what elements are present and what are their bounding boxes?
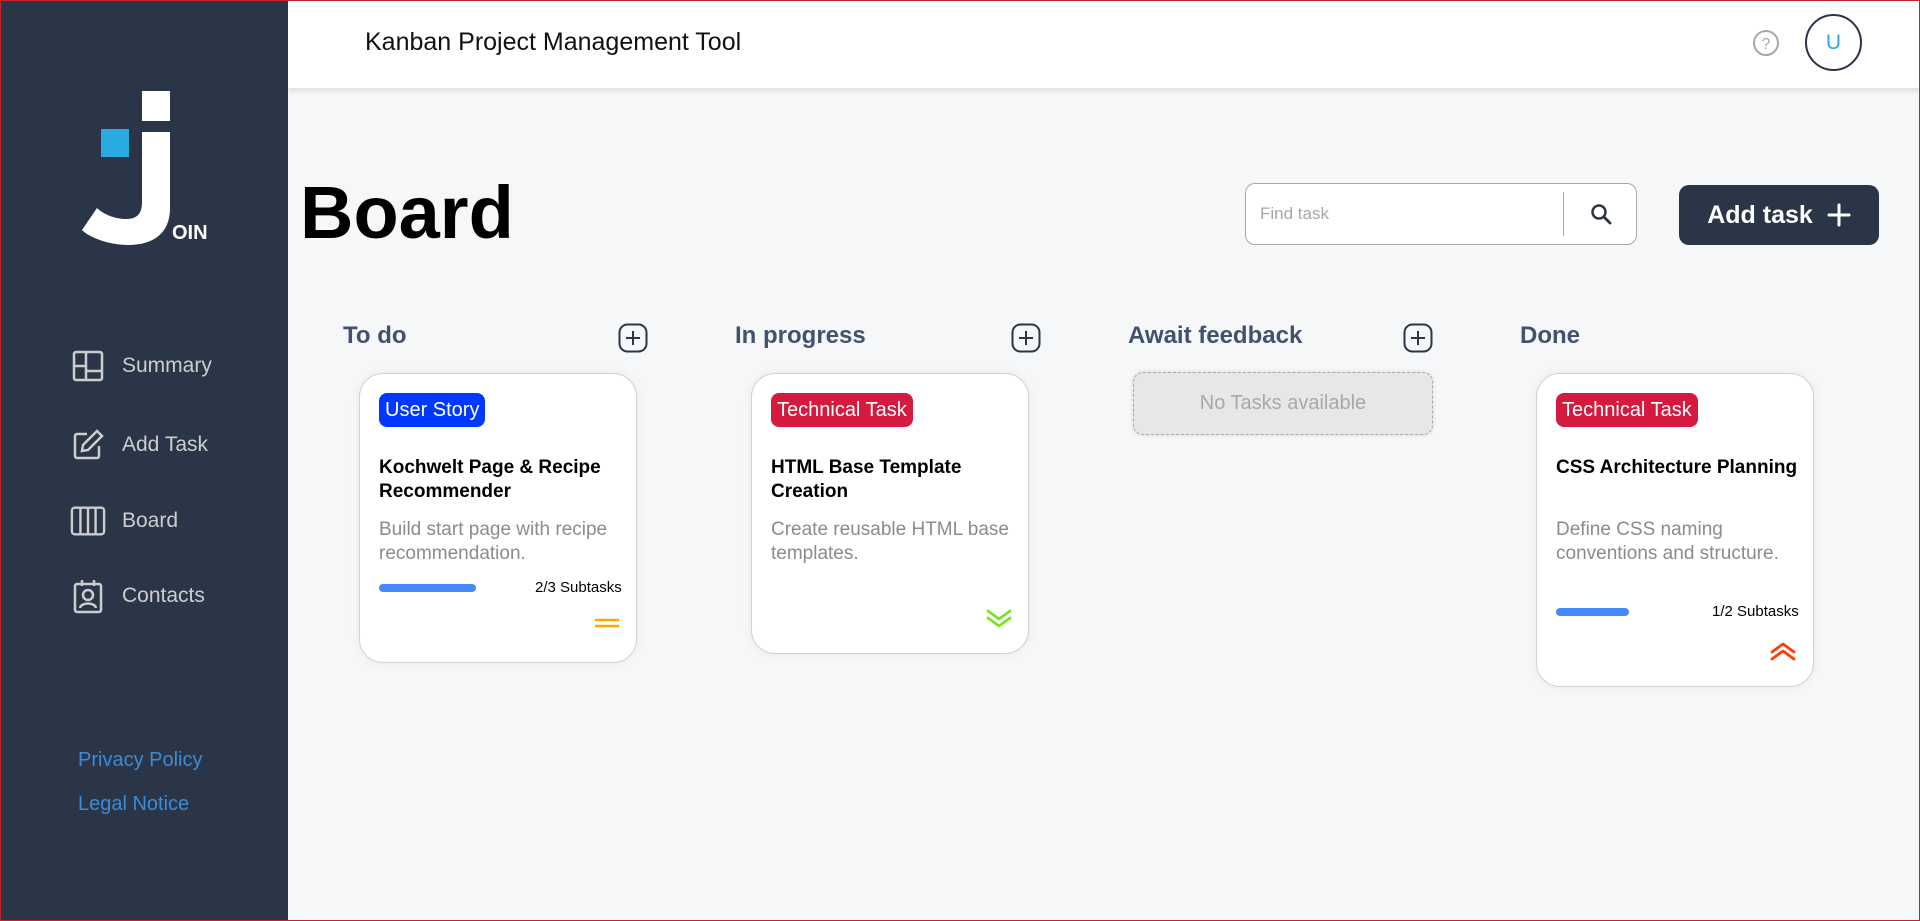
column-title-done: Done bbox=[1520, 322, 1580, 349]
legal-notice-link[interactable]: Legal Notice bbox=[78, 793, 189, 816]
subtask-count: 2/3 Subtasks bbox=[535, 579, 622, 596]
column-title-await-feedback: Await feedback bbox=[1128, 322, 1303, 349]
page-title: Board bbox=[300, 171, 514, 254]
app-title: Kanban Project Management Tool bbox=[365, 28, 742, 56]
task-card[interactable]: Technical Task CSS Architecture Planning… bbox=[1536, 373, 1814, 687]
search-input[interactable] bbox=[1260, 194, 1560, 234]
privacy-policy-link[interactable]: Privacy Policy bbox=[78, 749, 202, 772]
help-icon[interactable]: ? bbox=[1752, 29, 1780, 57]
add-task-icon bbox=[70, 427, 106, 463]
top-header: Kanban Project Management Tool ? U bbox=[288, 0, 1920, 88]
task-card[interactable]: Technical Task HTML Base Template Creati… bbox=[751, 373, 1029, 654]
search-button[interactable] bbox=[1576, 194, 1626, 234]
join-logo[interactable]: OIN bbox=[80, 88, 210, 248]
contacts-icon bbox=[70, 578, 106, 614]
category-badge: Technical Task bbox=[771, 393, 913, 427]
add-to-await-feedback-icon[interactable] bbox=[1403, 323, 1433, 353]
sidebar-item-contacts[interactable]: Contacts bbox=[70, 576, 205, 616]
svg-text:?: ? bbox=[1762, 36, 1771, 53]
task-title: CSS Architecture Planning bbox=[1556, 457, 1798, 478]
board-icon bbox=[70, 503, 106, 539]
sidebar-item-label: Summary bbox=[122, 354, 212, 377]
summary-icon bbox=[70, 348, 106, 384]
category-badge: Technical Task bbox=[1556, 393, 1698, 427]
user-avatar[interactable]: U bbox=[1805, 14, 1862, 71]
priority-medium-icon bbox=[594, 618, 620, 628]
search-box bbox=[1245, 183, 1637, 245]
add-to-todo-icon[interactable] bbox=[618, 323, 648, 353]
sidebar-item-label: Board bbox=[122, 509, 179, 532]
avatar-initial: U bbox=[1825, 30, 1842, 54]
sidebar: OIN Summary Add Task Board Contacts Priv… bbox=[0, 0, 288, 921]
task-title: HTML Base Template Creation bbox=[771, 457, 962, 502]
subtask-count: 1/2 Subtasks bbox=[1712, 603, 1799, 620]
sidebar-item-add-task[interactable]: Add Task bbox=[70, 425, 208, 465]
sidebar-item-summary[interactable]: Summary bbox=[70, 346, 212, 386]
add-task-button-label: Add task bbox=[1707, 200, 1813, 229]
sidebar-item-label: Add Task bbox=[122, 433, 208, 456]
add-task-button[interactable]: Add task bbox=[1679, 185, 1879, 245]
task-title: Kochwelt Page & Recipe Recommender bbox=[379, 457, 601, 502]
search-divider bbox=[1563, 192, 1564, 236]
column-title-todo: To do bbox=[343, 322, 407, 349]
subtask-progress-bar bbox=[379, 584, 476, 592]
priority-urgent-icon bbox=[1770, 642, 1796, 661]
subtask-progress-bar bbox=[1556, 608, 1629, 616]
priority-low-icon bbox=[986, 609, 1012, 628]
task-description: Build start page with recipe recommendat… bbox=[379, 519, 608, 564]
column-title-in-progress: In progress bbox=[735, 322, 866, 349]
sidebar-item-label: Contacts bbox=[122, 584, 205, 607]
search-icon bbox=[1591, 204, 1612, 225]
sidebar-item-board[interactable]: Board bbox=[70, 501, 178, 541]
task-description: Define CSS naming conventions and struct… bbox=[1556, 519, 1779, 564]
empty-column-placeholder: No Tasks available bbox=[1133, 372, 1433, 435]
task-description: Create reusable HTML base templates. bbox=[771, 519, 1009, 564]
plus-icon bbox=[1827, 203, 1851, 227]
task-card[interactable]: User Story Kochwelt Page & Recipe Recomm… bbox=[359, 373, 637, 663]
category-badge: User Story bbox=[379, 393, 486, 427]
add-to-in-progress-icon[interactable] bbox=[1011, 323, 1041, 353]
logo-text: OIN bbox=[172, 222, 208, 244]
